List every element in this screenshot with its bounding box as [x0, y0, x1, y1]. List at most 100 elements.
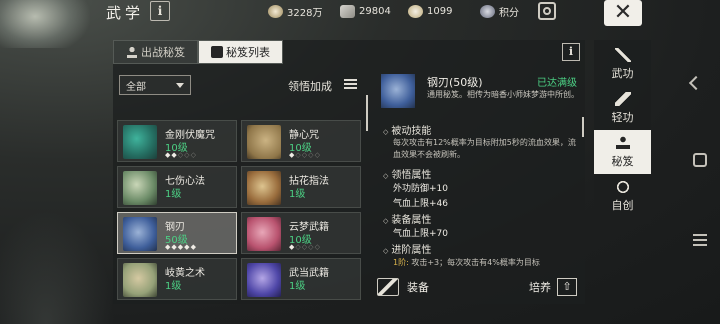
passive-text: 每次攻击有12%概率为目标附加5秒的流血效果，流血效果不会被刷新。: [393, 138, 576, 159]
detail-status: 已达满级: [537, 78, 577, 89]
manual-level: 1级: [289, 189, 306, 200]
manual-card[interactable]: 拈花指法 1级: [241, 166, 361, 208]
resource-points[interactable]: 积分: [480, 3, 519, 19]
top-bar: 武学 i 3228万 29804 1099 积分 ✕: [0, 0, 720, 26]
equip-label: 装备: [407, 281, 429, 294]
filter-dropdown[interactable]: 全部: [119, 75, 191, 95]
home-icon[interactable]: [693, 153, 707, 167]
meditate-icon: [614, 135, 631, 150]
manual-thumbnail: [123, 125, 157, 159]
star-empty-icon: ◇: [314, 243, 321, 251]
star-rating: ◆◆◆◆◆: [165, 243, 197, 251]
title-info-button[interactable]: i: [150, 1, 170, 21]
resource-silver: 1099: [408, 3, 452, 19]
manual-level: 1级: [165, 189, 182, 200]
tab-battle-manuals-label: 出战秘笈: [141, 46, 185, 59]
system-nav-bar: [680, 0, 720, 324]
tab-manual-list[interactable]: 秘笈列表: [198, 40, 283, 64]
star-filled-icon: ◆: [190, 243, 197, 251]
comprehend-attr: 外功防御+10: [393, 184, 448, 194]
nav-item-create[interactable]: 自创: [594, 174, 651, 218]
manual-thumbnail: [123, 171, 157, 205]
manual-card[interactable]: 静心咒 10级 ◆◇◇◇◇: [241, 120, 361, 162]
nav-label: 轻功: [611, 110, 634, 124]
coin-icon: [268, 4, 283, 18]
recent-apps-icon[interactable]: [693, 234, 707, 246]
nav-item-lightness[interactable]: 轻功: [594, 86, 651, 130]
tab-bar: 出战秘笈 秘笈列表: [113, 40, 283, 64]
feather-icon: [614, 91, 631, 106]
resource-points-label: 积分: [499, 7, 519, 19]
action-bar: 装备 培养 ⇧: [377, 278, 581, 302]
manual-card[interactable]: 金刚伏魔咒 10级 ◆◆◇◇◇: [117, 120, 237, 162]
grid-scrollbar[interactable]: [366, 95, 368, 131]
nav-label: 秘笈: [611, 154, 634, 168]
resource-token-value: 29804: [359, 5, 391, 17]
manual-thumbnail: [247, 125, 281, 159]
manual-card[interactable]: 云梦武籍 10级 ◆◇◇◇◇: [241, 212, 361, 254]
detail-description: 通用秘笈。相传为暗香小师妹梦游中所创。: [427, 90, 579, 99]
resource-silver-value: 1099: [427, 5, 453, 17]
resource-coin-value: 3228万: [287, 7, 323, 19]
manual-thumbnail: [123, 217, 157, 251]
nav-label: 自创: [611, 198, 634, 212]
equip-attr: 气血上限+70: [393, 229, 448, 239]
manual-thumbnail: [247, 171, 281, 205]
chevron-down-icon: [176, 82, 184, 88]
passive-title: 被动技能: [383, 122, 431, 137]
advance-stage-text: 攻击+3；每次攻击有4%概率为目标: [408, 258, 540, 267]
comprehend-title: 领悟属性: [383, 166, 431, 181]
equip-attr-title: 装备属性: [383, 211, 431, 226]
page-title: 武学: [106, 4, 145, 22]
nav-item-manuals[interactable]: 秘笈: [594, 130, 651, 174]
manual-level: 1级: [165, 281, 182, 292]
advance-title: 进阶属性: [383, 241, 431, 256]
star-rating: ◆◆◇◇◇: [165, 151, 197, 159]
manual-card[interactable]: 岐黄之术 1级: [117, 258, 237, 300]
star-empty-icon: ◇: [314, 151, 321, 159]
token-icon: [340, 4, 355, 18]
silver-icon: [408, 4, 423, 18]
comprehend-attr: 气血上限+46: [393, 199, 448, 209]
create-icon: [614, 179, 631, 194]
back-icon[interactable]: [688, 75, 704, 91]
star-rating: ◆◇◇◇◇: [289, 151, 321, 159]
nav-item-martial-arts[interactable]: 武功: [594, 42, 651, 86]
equip-icon: [377, 278, 399, 296]
mist-decoration: [0, 210, 115, 324]
nav-label: 武功: [611, 66, 634, 80]
resource-token: 29804: [340, 3, 391, 19]
manual-detail: 钢刃(50级) 已达满级 通用秘笈。相传为暗香小师妹梦游中所创。 被动技能 每次…: [377, 70, 581, 304]
advance-stage: 1阶:: [393, 258, 409, 267]
side-nav: 武功 轻功 秘笈 自创: [594, 40, 651, 224]
manual-grid: 金刚伏魔咒 10级 ◆◆◇◇◇ 静心咒 10级 ◆◇◇◇◇ 七伤心法 1级 拈花…: [117, 98, 361, 300]
star-empty-icon: ◇: [190, 151, 197, 159]
resource-coin: 3228万: [268, 3, 322, 19]
equip-button[interactable]: 装备: [377, 278, 429, 296]
train-button[interactable]: 培养 ⇧: [529, 278, 577, 296]
manual-thumbnail: [123, 263, 157, 297]
upgrade-arrow-icon: ⇧: [557, 278, 577, 296]
settings-gear-icon[interactable]: [538, 2, 556, 20]
detail-scrollbar[interactable]: [582, 117, 584, 137]
star-rating: ◆◇◇◇◇: [289, 243, 321, 251]
meditate-icon: [126, 46, 138, 58]
detail-thumbnail: [381, 74, 415, 108]
manual-card-selected[interactable]: 钢刃 50级 ◆◆◆◆◆: [117, 212, 237, 254]
detail-name: 钢刃(50级): [427, 76, 483, 89]
panel-info-button[interactable]: i: [562, 43, 580, 61]
sort-label[interactable]: 领悟加成: [288, 78, 332, 94]
manual-thumbnail: [247, 263, 281, 297]
close-button[interactable]: ✕: [604, 0, 642, 26]
manual-card[interactable]: 七伤心法 1级: [117, 166, 237, 208]
manual-card[interactable]: 武当武籍 1级: [241, 258, 361, 300]
list-sort-icon[interactable]: [344, 79, 357, 90]
filter-selected-value: 全部: [126, 81, 146, 93]
sword-icon: [614, 47, 631, 62]
manual-level: 1级: [289, 281, 306, 292]
tab-battle-manuals[interactable]: 出战秘笈: [113, 40, 198, 64]
train-label: 培养: [529, 281, 551, 294]
manual-thumbnail: [247, 217, 281, 251]
tab-manual-list-label: 秘笈列表: [226, 46, 270, 59]
book-icon: [211, 46, 223, 58]
